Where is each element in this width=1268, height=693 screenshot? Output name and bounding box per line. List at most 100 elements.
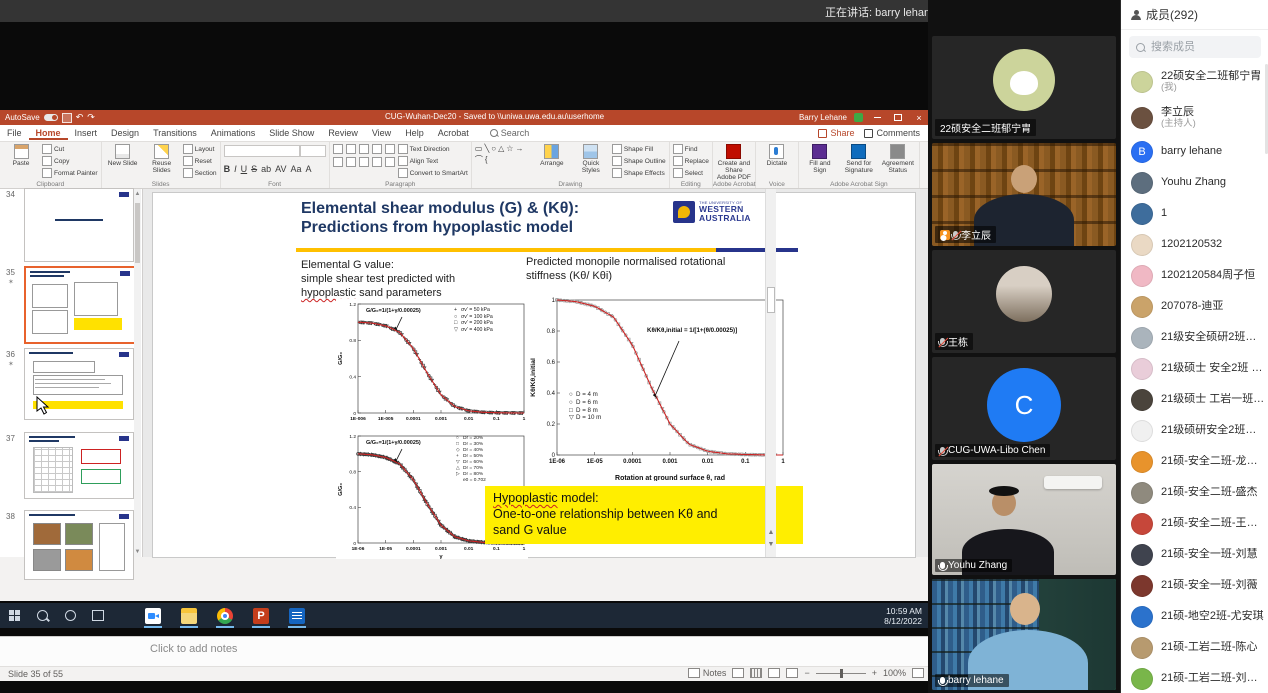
font-style-button-3[interactable]: S xyxy=(251,164,257,174)
member-row[interactable]: 21硕-地空2班-尤安琪 xyxy=(1121,601,1268,632)
bullets-icon[interactable] xyxy=(333,144,343,154)
scrollbar-thumb[interactable] xyxy=(135,203,140,263)
font-style-button-0[interactable]: B xyxy=(224,164,231,174)
video-tile-cug-uwa-libo-chen[interactable]: CCUG-UWA-Libo Chen xyxy=(932,357,1116,460)
fill-and-sign-button[interactable]: Fill and Sign xyxy=(802,144,838,174)
member-search-input[interactable] xyxy=(1149,40,1253,54)
member-row[interactable]: 1 xyxy=(1121,198,1268,229)
zoom-slider[interactable] xyxy=(816,673,866,674)
line-shape-icon[interactable]: ╲ xyxy=(484,144,489,153)
tab-file[interactable]: File xyxy=(0,126,29,140)
scrollbar-thumb[interactable] xyxy=(767,287,775,313)
font-style-button-5[interactable]: AV xyxy=(275,164,286,174)
slideshow-icon[interactable] xyxy=(786,668,798,678)
section-button[interactable]: Section xyxy=(183,168,217,178)
font-style-button-1[interactable]: I xyxy=(234,164,237,174)
taskbar-meeting-app-button[interactable] xyxy=(140,603,166,628)
fit-slide-icon[interactable] xyxy=(912,668,924,678)
notes-placeholder[interactable]: Click to add notes xyxy=(150,643,237,655)
quick-styles-button[interactable]: Quick Styles xyxy=(573,144,609,174)
shape-effects-button[interactable]: Shape Effects xyxy=(612,168,666,178)
agreement-status-button[interactable]: Agreement Status xyxy=(880,144,916,174)
rectangle-shape-icon[interactable]: ▭ xyxy=(475,144,483,153)
member-row[interactable]: 21硕-安全一班-刘薇 xyxy=(1121,570,1268,601)
taskbar-blue-docs-button[interactable] xyxy=(284,603,310,628)
arrange-button[interactable]: Arrange xyxy=(534,144,570,167)
thumbnail-scrollbar[interactable]: ▲▼ xyxy=(134,189,141,557)
tab-transitions[interactable]: Transitions xyxy=(146,126,204,140)
video-tile--[interactable]: 李立辰 xyxy=(932,143,1116,246)
task-view-button[interactable] xyxy=(84,603,112,628)
triangle-shape-icon[interactable]: △ xyxy=(498,144,504,153)
notes-pane[interactable]: Click to add notes xyxy=(0,636,928,667)
previous-slide-button[interactable]: ▲ xyxy=(766,529,776,536)
zoom-in-icon[interactable]: + xyxy=(872,668,877,678)
font-style-button-2[interactable]: U xyxy=(241,164,248,174)
notes-toggle-button[interactable]: Notes xyxy=(688,668,727,678)
font-name-select[interactable] xyxy=(224,145,300,157)
share-button[interactable]: Share xyxy=(818,128,854,138)
zoom-slider-thumb[interactable] xyxy=(840,669,843,678)
font-style-button-7[interactable]: A xyxy=(306,164,312,174)
member-row[interactable]: 1202120532 xyxy=(1121,229,1268,260)
select-button[interactable]: Select xyxy=(673,168,709,178)
taskbar-powerpoint-button[interactable]: P xyxy=(248,603,274,628)
oval-shape-icon[interactable]: ○ xyxy=(491,144,496,153)
copy-button[interactable]: Copy xyxy=(42,156,98,166)
undo-icon[interactable]: ↶ xyxy=(76,113,84,122)
font-style-button-6[interactable]: Aa xyxy=(291,164,302,174)
taskbar-search-button[interactable] xyxy=(28,603,56,628)
video-tile-youhu-zhang[interactable]: Youhu Zhang xyxy=(932,464,1116,575)
create-and-share-adobe-pdf-button[interactable]: Create and Share Adobe PDF xyxy=(716,144,752,181)
tab-help[interactable]: Help xyxy=(398,126,431,140)
slide-sorter-icon[interactable] xyxy=(750,668,762,678)
zoom-level[interactable]: 100% xyxy=(883,668,906,678)
shape-gallery[interactable]: ▭╲○△☆→⌒{ xyxy=(475,144,531,164)
paste-button[interactable]: Paste xyxy=(3,144,39,167)
member-row[interactable]: 李立辰(主持人) xyxy=(1121,100,1268,136)
tab-home[interactable]: Home xyxy=(29,126,68,140)
minimize-button[interactable] xyxy=(870,111,884,124)
video-tile-barry-lehane[interactable]: barry lehane xyxy=(932,579,1116,690)
scroll-up-icon[interactable]: ▲ xyxy=(134,191,141,197)
autosave-toggle[interactable] xyxy=(44,114,58,121)
shape-outline-button[interactable]: Shape Outline xyxy=(612,156,666,166)
cortana-button[interactable] xyxy=(56,603,84,628)
member-search[interactable] xyxy=(1129,36,1261,58)
taskbar-chrome-button[interactable] xyxy=(212,603,238,628)
replace-button[interactable]: Replace xyxy=(673,156,709,166)
account-name[interactable]: Barry Lehane xyxy=(799,113,847,122)
align-left-icon[interactable] xyxy=(333,157,343,167)
line-spacing-icon[interactable] xyxy=(385,144,395,154)
scroll-down-icon[interactable]: ▼ xyxy=(134,549,141,555)
align-text-button[interactable]: Align Text xyxy=(398,156,468,166)
slide-thumbnail-34[interactable] xyxy=(24,188,134,262)
member-row[interactable]: 21硕-工岩二班-刘金阳 xyxy=(1121,663,1268,693)
normal-view-icon[interactable] xyxy=(732,668,744,678)
reuse-slides-button[interactable]: Reuse Slides xyxy=(144,144,180,174)
zoom-out-icon[interactable]: − xyxy=(804,668,809,678)
cut-button[interactable]: Cut xyxy=(42,144,98,154)
indent-increase-icon[interactable] xyxy=(372,144,382,154)
shape-fill-button[interactable]: Shape Fill xyxy=(612,144,666,154)
tab-acrobat[interactable]: Acrobat xyxy=(431,126,476,140)
slide-thumbnail-38[interactable] xyxy=(24,510,134,580)
restore-button[interactable] xyxy=(891,111,905,124)
member-row[interactable]: 207078-迪亚 xyxy=(1121,291,1268,322)
slide-thumbnail-panel[interactable]: 3435✶36✶3738▲▼ xyxy=(0,189,143,557)
reset-button[interactable]: Reset xyxy=(183,156,217,166)
send-for-signature-button[interactable]: Send for Signature xyxy=(841,144,877,174)
font-size-select[interactable] xyxy=(300,145,326,157)
member-row[interactable]: 21级硕士 安全2班 姚瑞 xyxy=(1121,353,1268,384)
slide-thumbnail-35[interactable] xyxy=(24,266,136,344)
brace-shape-icon[interactable]: { xyxy=(485,155,488,164)
member-row[interactable]: Bbarry lehane xyxy=(1121,136,1268,167)
taskbar-file-explorer-button[interactable] xyxy=(176,603,202,628)
member-row[interactable]: 21级安全硕研2班代维 xyxy=(1121,322,1268,353)
taskbar-clock[interactable]: 10:59 AM 8/12/2022 xyxy=(884,606,928,626)
redo-icon[interactable]: ↷ xyxy=(87,113,95,122)
start-button[interactable] xyxy=(0,603,28,628)
justify-icon[interactable] xyxy=(372,157,382,167)
tab-design[interactable]: Design xyxy=(104,126,146,140)
new-slide-button[interactable]: New Slide xyxy=(105,144,141,167)
